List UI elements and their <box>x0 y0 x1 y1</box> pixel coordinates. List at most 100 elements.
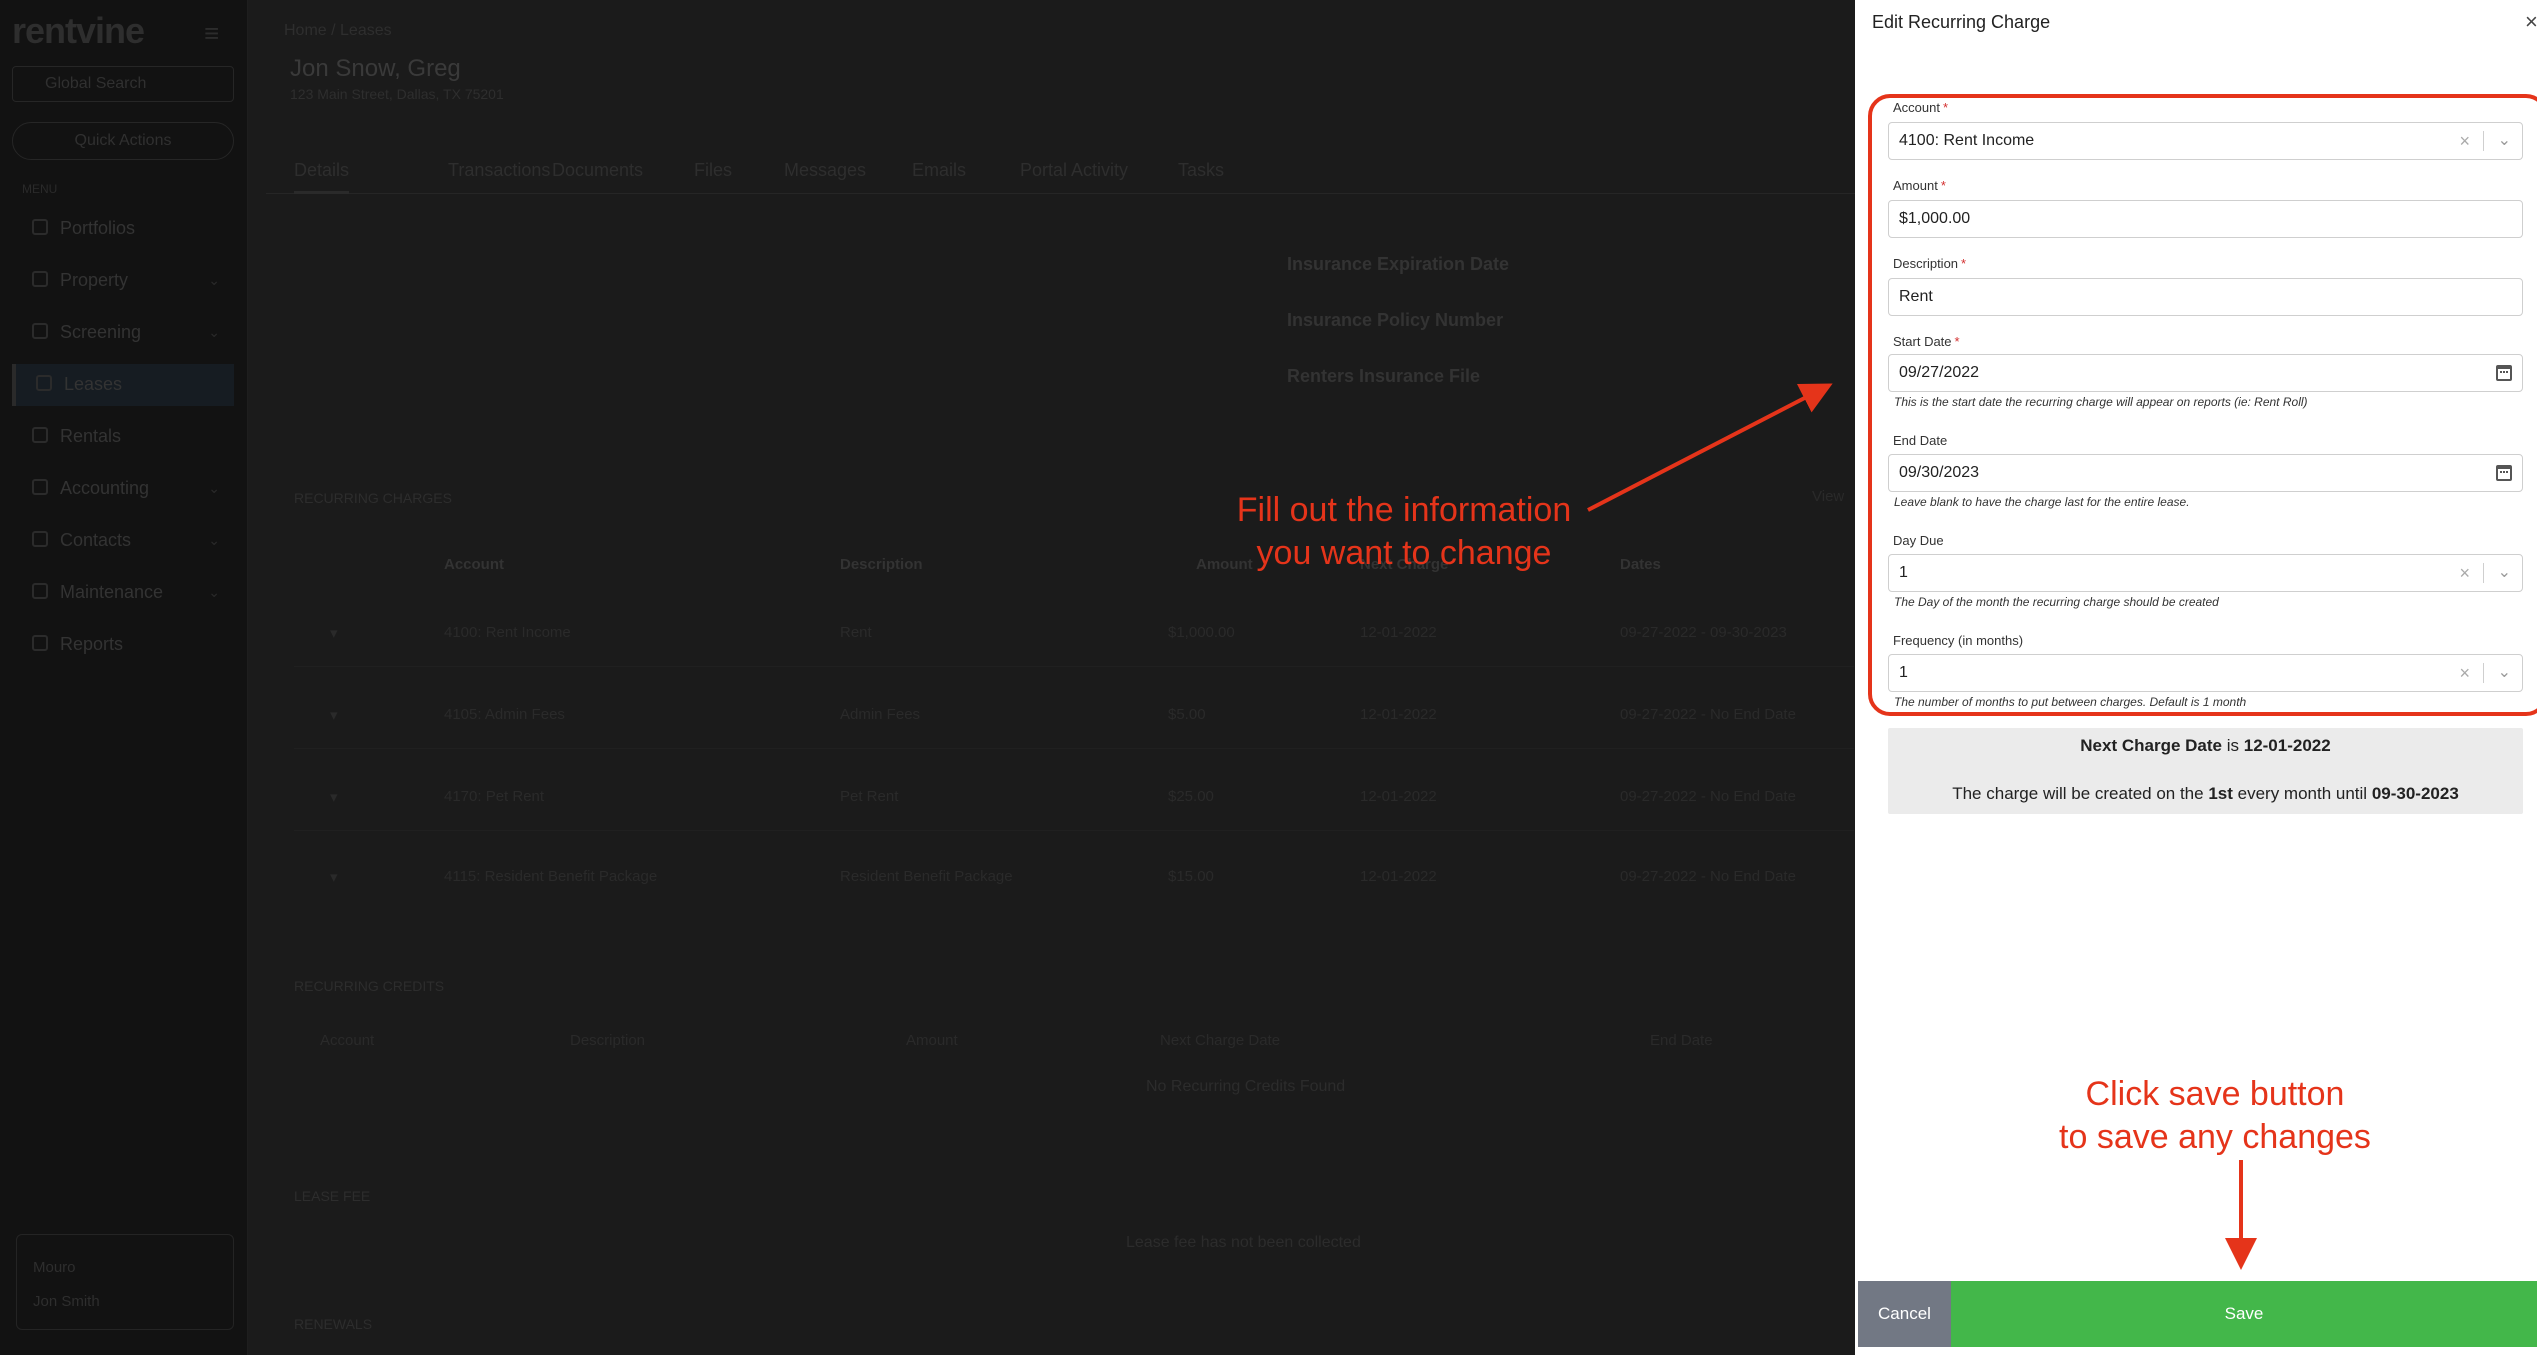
quick-actions-button[interactable]: Quick Actions <box>12 122 234 160</box>
select-divider <box>2483 663 2484 683</box>
sidebar-item-maintenance[interactable]: Maintenance ⌄ <box>12 572 234 614</box>
credits-header-account: Account <box>320 1032 375 1049</box>
tenant-address: 123 Main Street, Dallas, TX 75201 <box>290 86 504 102</box>
row-dates: 09-27-2022 - 09-30-2023 <box>1620 624 1787 641</box>
select-divider <box>2483 131 2484 151</box>
account-label: Account * <box>1893 100 1949 115</box>
row-account: 4115: Resident Benefit Package <box>444 868 658 885</box>
tab-tasks[interactable]: Tasks <box>1178 160 1224 181</box>
tab-files[interactable]: Files <box>694 160 732 181</box>
chevron-down-icon[interactable]: ⌄ <box>2498 562 2511 582</box>
renters-insurance-label: Renters Insurance File <box>1287 366 1481 386</box>
row-toggle-icon[interactable]: ▾ <box>330 624 338 642</box>
sidebar-item-leases[interactable]: Leases <box>12 364 234 406</box>
property-icon <box>32 271 48 287</box>
frequency-help: The number of months to put between char… <box>1894 695 2247 709</box>
row-divider <box>294 666 1854 667</box>
row-description: Pet Rent <box>840 788 899 805</box>
sidebar-item-accounting[interactable]: Accounting ⌄ <box>12 468 234 510</box>
close-icon[interactable]: × <box>2525 9 2537 35</box>
frequency-select[interactable]: 1 × ⌄ <box>1888 654 2523 692</box>
renewals-heading: RENEWALS <box>294 1316 373 1332</box>
sidebar-item-property[interactable]: Property ⌄ <box>12 260 234 302</box>
tab-documents[interactable]: Documents <box>552 160 643 181</box>
global-search-input[interactable]: Global Search <box>12 66 234 102</box>
charges-header-description: Description <box>840 556 923 573</box>
select-divider <box>2483 563 2484 583</box>
edit-recurring-charge-panel: Edit Recurring Charge × Account * 4100: R… <box>1855 0 2537 1355</box>
fill-out-annotation: Fill out the information you want to cha… <box>1236 491 1572 572</box>
recurring-charges-heading: RECURRING CHARGES <box>294 490 452 506</box>
description-input[interactable]: Rent <box>1888 278 2523 316</box>
breadcrumb: Home / Leases <box>284 22 392 39</box>
chevron-down-icon: ⌄ <box>208 324 220 340</box>
end-date-label: End Date <box>1893 433 1948 448</box>
row-description: Resident Benefit Package <box>840 868 1013 885</box>
charges-header-dates: Dates <box>1620 556 1661 573</box>
sidebar-item-screening[interactable]: Screening ⌄ <box>12 312 234 354</box>
start-date-label: Start Date * <box>1893 334 1960 349</box>
clear-icon[interactable]: × <box>2459 563 2470 584</box>
sidebar-item-reports[interactable]: Reports <box>12 624 234 666</box>
lease-fee-empty-message: Lease fee has not been collected <box>1126 1234 1361 1251</box>
amount-label: Amount * <box>1893 178 1946 193</box>
row-toggle-icon[interactable]: ▾ <box>330 788 338 806</box>
user-menu[interactable]: Mouro Jon Smith <box>16 1234 234 1330</box>
row-amount: $1,000.00 <box>1168 624 1235 641</box>
credits-header-end-date: End Date <box>1650 1032 1713 1049</box>
row-amount: $25.00 <box>1168 788 1214 805</box>
chevron-down-icon: ⌄ <box>208 480 220 496</box>
sidebar-item-contacts[interactable]: Contacts ⌄ <box>12 520 234 562</box>
leases-icon <box>36 375 52 391</box>
credits-empty-message: No Recurring Credits Found <box>1146 1078 1346 1095</box>
account-select[interactable]: 4100: Rent Income × ⌄ <box>1888 122 2523 160</box>
chevron-down-icon[interactable]: ⌄ <box>2498 662 2511 682</box>
row-dates: 09-27-2022 - No End Date <box>1620 868 1796 885</box>
row-dates: 09-27-2022 - No End Date <box>1620 706 1796 723</box>
chevron-down-icon[interactable]: ⌄ <box>2498 130 2511 150</box>
row-divider <box>294 830 1854 831</box>
sidebar-item-portfolios[interactable]: Portfolios <box>12 208 234 250</box>
hamburger-icon[interactable]: ≡ <box>204 18 219 49</box>
chevron-down-icon: ⌄ <box>208 532 220 548</box>
sidebar: rentvine ≡ Global Search Quick Actions M… <box>0 0 248 1355</box>
sidebar-item-rentals[interactable]: Rentals <box>12 416 234 458</box>
user-subtitle: Jon Smith <box>33 1293 100 1310</box>
save-button[interactable]: Save <box>1951 1281 2537 1347</box>
accounting-icon <box>32 479 48 495</box>
panel-title: Edit Recurring Charge <box>1872 12 2051 32</box>
tab-transactions[interactable]: Transactions <box>448 160 550 181</box>
calendar-icon[interactable] <box>2496 465 2512 481</box>
charges-header-account: Account <box>444 556 504 573</box>
tab-details[interactable]: Details <box>294 160 350 194</box>
start-date-input[interactable]: 09/27/2022 <box>1888 354 2523 392</box>
view-link[interactable]: View <box>1812 488 1844 505</box>
row-account: 4100: Rent Income <box>444 624 571 641</box>
tab-messages[interactable]: Messages <box>784 160 866 181</box>
rentals-icon <box>32 427 48 443</box>
clear-icon[interactable]: × <box>2459 663 2470 684</box>
portfolio-icon <box>32 219 48 235</box>
amount-input[interactable]: $1,000.00 <box>1888 200 2523 238</box>
day-due-label: Day Due <box>1893 533 1944 548</box>
calendar-icon[interactable] <box>2496 365 2512 381</box>
clear-icon[interactable]: × <box>2459 131 2470 152</box>
description-label: Description * <box>1893 256 1967 271</box>
row-toggle-icon[interactable]: ▾ <box>330 706 338 724</box>
row-toggle-icon[interactable]: ▾ <box>330 868 338 886</box>
tab-emails[interactable]: Emails <box>912 160 966 181</box>
row-account: 4170: Pet Rent <box>444 788 545 805</box>
row-amount: $15.00 <box>1168 868 1214 885</box>
row-next-charge: 12-01-2022 <box>1360 624 1437 641</box>
cancel-button[interactable]: Cancel <box>1858 1281 1951 1347</box>
tab-portal-activity[interactable]: Portal Activity <box>1020 160 1128 181</box>
rentvine-logo: rentvine <box>12 10 145 51</box>
page-title: Jon Snow, Greg <box>290 55 461 82</box>
chevron-down-icon: ⌄ <box>208 272 220 288</box>
end-date-input[interactable]: 09/30/2023 <box>1888 454 2523 492</box>
end-date-help: Leave blank to have the charge last for … <box>1894 495 2190 509</box>
credits-header-amount: Amount <box>906 1032 958 1049</box>
contacts-icon <box>32 531 48 547</box>
row-next-charge: 12-01-2022 <box>1360 788 1437 805</box>
day-due-select[interactable]: 1 × ⌄ <box>1888 554 2523 592</box>
